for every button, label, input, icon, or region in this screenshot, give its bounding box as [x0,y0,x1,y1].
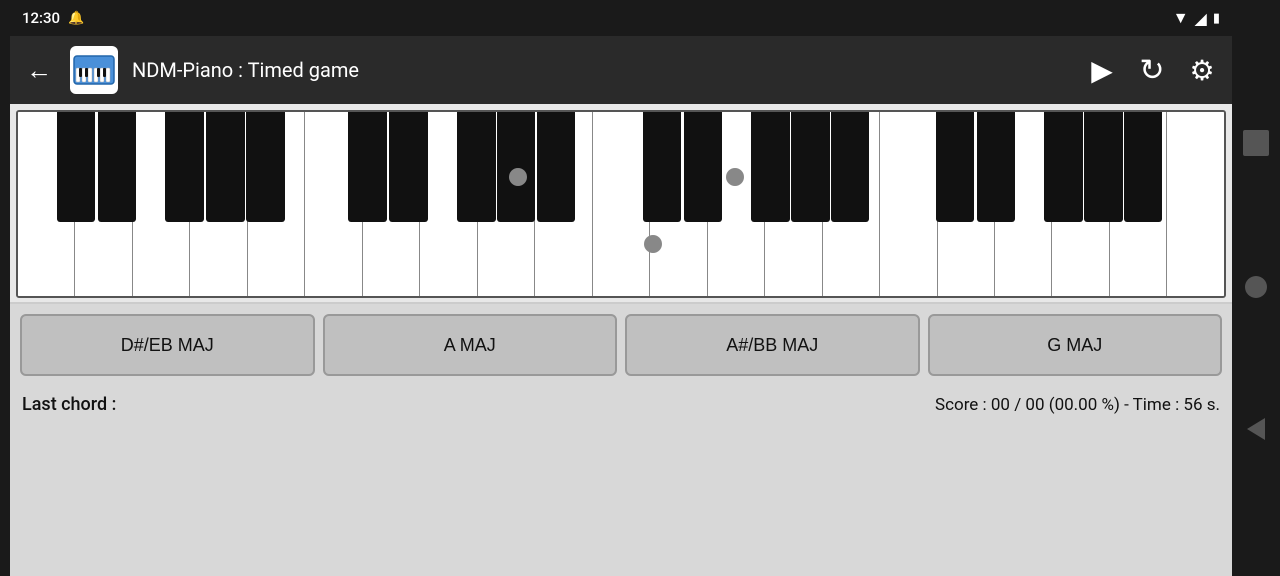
white-key-10[interactable] [593,112,650,296]
piano-container [10,104,1232,304]
rect-indicator [1243,130,1269,156]
white-key-0[interactable] [18,112,75,296]
chord-btn-gmaj[interactable]: G MAJ [928,314,1223,376]
white-key-2[interactable] [133,112,190,296]
status-left: 12:30 🔔 [22,9,84,27]
white-key-7[interactable] [420,112,477,296]
chord-btn-asharp[interactable]: A#/BB MAJ [625,314,920,376]
piano-dot-dot3 [644,235,662,253]
signal-icon: ◢ [1195,9,1207,28]
app-icon [70,46,118,94]
piano-dot-dot2 [726,168,744,186]
wifi-icon: ▼ [1173,8,1189,28]
app-title: NDM-Piano : Timed game [132,58,1070,82]
status-bottom: Last chord : Score : 00 / 00 (00.00 %) -… [10,386,1232,423]
score-label: Score : 00 / 00 (00.00 %) - Time : 56 s. [935,395,1220,415]
piano[interactable] [16,110,1226,298]
white-key-6[interactable] [363,112,420,296]
toolbar-actions: ▶ ↻ ⚙ [1084,52,1220,88]
status-bar: 12:30 🔔 ▼ ◢ ▮ [10,0,1232,36]
white-keys [18,112,1224,296]
right-bar [1232,0,1280,576]
battery-icon: ▮ [1213,11,1220,26]
toolbar: ← NDM-Piano : Timed game ▶ [10,36,1232,104]
white-key-14[interactable] [823,112,880,296]
play-button[interactable]: ▶ [1084,52,1120,88]
circle-indicator [1245,276,1267,298]
notification-icon: 🔔 [68,11,84,26]
refresh-button[interactable]: ↻ [1134,52,1170,88]
white-key-18[interactable] [1052,112,1109,296]
white-key-4[interactable] [248,112,305,296]
main-content: 12:30 🔔 ▼ ◢ ▮ ← [10,0,1232,576]
white-key-13[interactable] [765,112,822,296]
left-bar [0,0,10,576]
white-key-19[interactable] [1110,112,1167,296]
white-key-17[interactable] [995,112,1052,296]
white-key-12[interactable] [708,112,765,296]
back-button[interactable]: ← [22,51,56,90]
white-key-5[interactable] [305,112,362,296]
white-key-1[interactable] [75,112,132,296]
white-key-20[interactable] [1167,112,1223,296]
white-key-3[interactable] [190,112,247,296]
settings-button[interactable]: ⚙ [1184,52,1220,88]
white-key-8[interactable] [478,112,535,296]
status-right: ▼ ◢ ▮ [1173,8,1220,28]
white-key-9[interactable] [535,112,592,296]
triangle-indicator [1247,418,1265,440]
chord-btn-amaj[interactable]: A MAJ [323,314,618,376]
white-key-11[interactable] [650,112,707,296]
chord-btn-dsharp[interactable]: D#/EB MAJ [20,314,315,376]
white-key-15[interactable] [880,112,937,296]
last-chord-label: Last chord : [22,394,116,415]
clock-display: 12:30 [22,9,60,27]
piano-dot-dot1 [509,168,527,186]
chord-buttons: D#/EB MAJ A MAJ A#/BB MAJ G MAJ [10,304,1232,386]
white-key-16[interactable] [938,112,995,296]
